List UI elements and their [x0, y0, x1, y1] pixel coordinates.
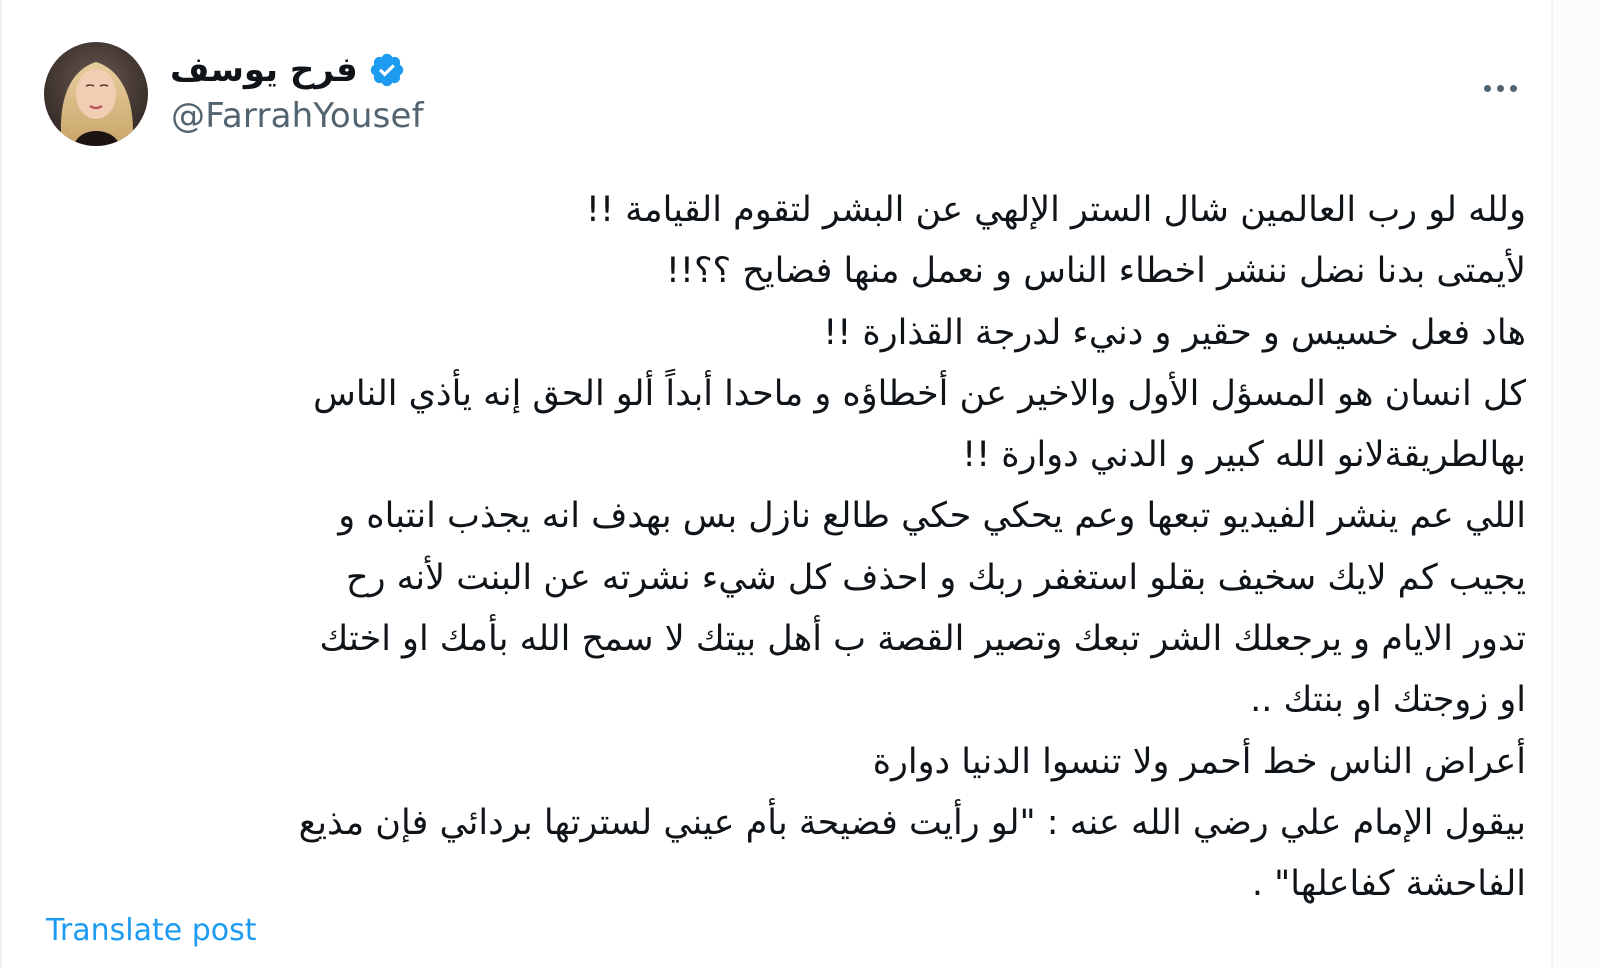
- verified-badge-icon: [370, 53, 403, 87]
- author-display-name[interactable]: فرح يوسف: [170, 50, 358, 90]
- tweet-line: لأيمتى بدنا نضل ننشر اخطاء الناس و نعمل …: [665, 251, 1526, 292]
- card-left-border: [0, 0, 2, 968]
- author-handle[interactable]: @FarrahYousef: [171, 96, 424, 136]
- tweet-line: اللي عم ينشر الفيديو تبعها وعم يحكي حكي …: [338, 496, 1526, 537]
- page-gutter: [1553, 0, 1600, 968]
- translate-post-link[interactable]: Translate post: [46, 913, 257, 948]
- tweet-line: كل انسان هو المسؤل الأول والاخير عن أخطا…: [313, 373, 1526, 414]
- more-dot: [1496, 84, 1504, 92]
- author-name-row: فرح يوسف: [170, 48, 406, 92]
- tweet-line: الفاحشة كفاعلها" .: [1251, 864, 1526, 905]
- more-options-icon[interactable]: [1468, 66, 1532, 110]
- tweet-header: فرح يوسف @FarrahYousef: [44, 42, 1517, 146]
- more-dot: [1509, 84, 1517, 92]
- tweet-card: فرح يوسف @FarrahYousef ولله لو رب العالم…: [0, 0, 1600, 968]
- tweet-line: ولله لو رب العالمين شال الستر الإلهي عن …: [585, 190, 1526, 230]
- tweet-line: أعراض الناس خط أحمر ولا تنسوا الدنيا دوا…: [872, 741, 1526, 782]
- tweet-line: بهالطريقةلانو الله كبير و الدني دوارة !!: [962, 435, 1526, 476]
- tweet-line: او زوجتك او بنتك ..: [1250, 680, 1526, 721]
- more-dot: [1483, 84, 1491, 92]
- profile-photo: [44, 42, 148, 146]
- tweet-line: يجيب كم لايك سخيف بقلو استغفر ربك و احذف…: [346, 557, 1526, 598]
- tweet-line: هاد فعل خسيس و حقير و دنيء لدرجة القذارة…: [823, 312, 1526, 353]
- tweet-line: بيقول الإمام علي رضي الله عنه : "لو رأيت…: [298, 802, 1526, 843]
- tweet-line: تدور الايام و يرجعلك الشر تبعك وتصير الق…: [319, 619, 1526, 660]
- avatar[interactable]: [44, 42, 148, 146]
- tweet-text: ولله لو رب العالمين شال الستر الإلهي عن …: [48, 180, 1526, 916]
